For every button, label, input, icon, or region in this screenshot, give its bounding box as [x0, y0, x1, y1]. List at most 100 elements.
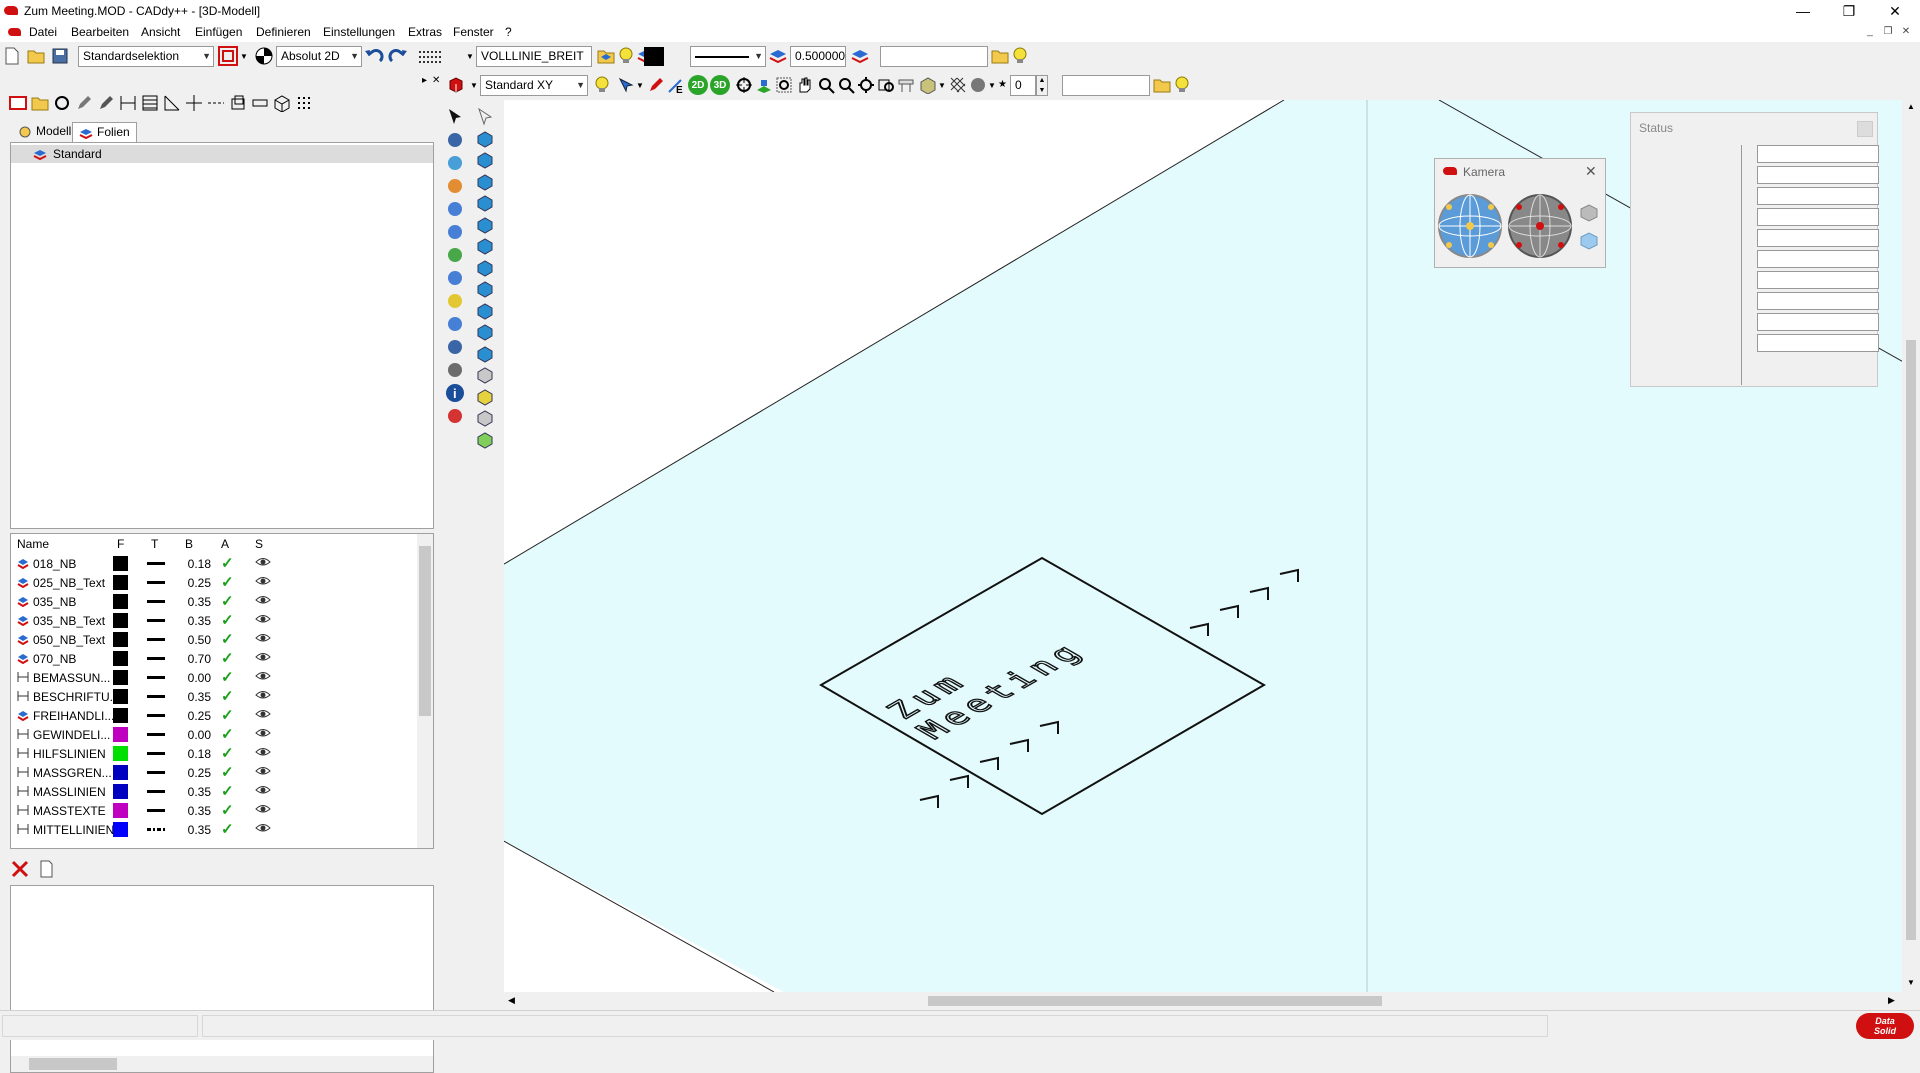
visibility-eye-icon[interactable]: [255, 802, 271, 816]
layer-linetype[interactable]: [147, 733, 165, 736]
edit-pen-icon[interactable]: [646, 75, 666, 95]
layer-active-check-icon[interactable]: ✓: [221, 706, 234, 724]
layer-linetype[interactable]: [147, 600, 165, 603]
layer-active-check-icon[interactable]: ✓: [221, 820, 234, 838]
layer-linetype[interactable]: [147, 752, 165, 755]
layer-active-check-icon[interactable]: ✓: [221, 668, 234, 686]
column-s[interactable]: S: [255, 537, 263, 551]
layer-row[interactable]: 035_NB 0.35 ✓: [11, 592, 411, 611]
visibility-eye-icon[interactable]: [255, 783, 271, 797]
mdi-restore-button[interactable]: ❐: [1880, 26, 1896, 40]
layer-color-swatch[interactable]: [113, 727, 128, 742]
info-icon[interactable]: i: [444, 382, 466, 404]
undo-icon[interactable]: [364, 46, 384, 66]
column-name[interactable]: Name: [17, 537, 49, 551]
snap-point-icon[interactable]: [444, 267, 466, 289]
visibility-eye-icon[interactable]: [255, 593, 271, 607]
status-panel-button[interactable]: [1857, 121, 1873, 137]
layer-color-swatch[interactable]: [113, 632, 128, 647]
scroll-up-icon[interactable]: ▲: [1907, 102, 1915, 111]
sphere-solid-icon[interactable]: [474, 171, 496, 193]
layer-active-check-icon[interactable]: ✓: [221, 611, 234, 629]
scrollbar-thumb[interactable]: [29, 1058, 117, 1070]
line-width-field[interactable]: 0.500000: [790, 46, 846, 67]
dimension-icon[interactable]: [118, 93, 138, 113]
perspective-icon[interactable]: [754, 75, 774, 95]
layer-linetype[interactable]: [147, 676, 165, 679]
wrench-icon[interactable]: [444, 198, 466, 220]
select-arrow-icon[interactable]: [444, 106, 466, 128]
globe-icon[interactable]: [444, 152, 466, 174]
layer-linetype[interactable]: [147, 714, 165, 717]
cylinder-icon[interactable]: [474, 149, 496, 171]
chevron-down-icon[interactable]: ▼: [938, 81, 946, 90]
coordinate-icon[interactable]: [254, 46, 274, 66]
layer-circle-icon[interactable]: [52, 93, 72, 113]
column-t[interactable]: T: [151, 537, 158, 551]
camera-cube-icon[interactable]: [1579, 203, 1599, 223]
menu-extras[interactable]: Extras: [403, 25, 447, 39]
layer-active-check-icon[interactable]: ✓: [221, 801, 234, 819]
lightbulb-icon[interactable]: [1172, 75, 1192, 95]
orbit-globe-icon[interactable]: [1437, 193, 1503, 259]
view-plane-select[interactable]: Standard XY ▼: [480, 75, 588, 96]
tree-item-standard[interactable]: Standard: [11, 145, 433, 163]
grid-dots-icon[interactable]: [294, 93, 314, 113]
chevron-down-icon[interactable]: ▼: [470, 81, 478, 90]
zoom-window-icon[interactable]: [774, 75, 794, 95]
visibility-eye-icon[interactable]: [255, 555, 271, 569]
layer-color-swatch[interactable]: [113, 613, 128, 628]
pencil-icon[interactable]: [74, 93, 94, 113]
visibility-eye-icon[interactable]: [255, 650, 271, 664]
sphere-icon[interactable]: [444, 129, 466, 151]
lightbulb-icon[interactable]: [1010, 46, 1030, 66]
layer-color-swatch[interactable]: [113, 784, 128, 799]
menu-ansicht[interactable]: Ansicht: [136, 25, 185, 39]
menu-einfuegen[interactable]: Einfügen: [190, 25, 247, 39]
symbol-icon[interactable]: [250, 93, 270, 113]
rotate-view-icon[interactable]: [734, 75, 754, 95]
chevron-down-icon[interactable]: ▼: [466, 52, 474, 61]
layer-color-swatch[interactable]: [113, 556, 128, 571]
rotate-icon[interactable]: [444, 221, 466, 243]
extrude-icon[interactable]: [474, 214, 496, 236]
camera-close-button[interactable]: ✕: [1585, 163, 1597, 180]
column-f[interactable]: F: [117, 537, 124, 551]
linetype-name-field[interactable]: VOLLLINIE_BREIT: [476, 46, 592, 67]
zoom-out-icon[interactable]: [836, 75, 856, 95]
layer-active-check-icon[interactable]: ✓: [221, 687, 234, 705]
layer-row[interactable]: MASSGREN... 0.25 ✓: [11, 763, 411, 782]
line-pattern-icon[interactable]: [416, 46, 464, 66]
revolve-icon[interactable]: [474, 235, 496, 257]
restore-button[interactable]: ❐: [1826, 0, 1872, 24]
layer-folder-icon[interactable]: [1152, 75, 1172, 95]
angle-icon[interactable]: [162, 93, 182, 113]
doc-logo-icon[interactable]: [8, 28, 21, 36]
scrollbar-thumb[interactable]: [1906, 340, 1916, 940]
color-swatch[interactable]: [644, 47, 664, 66]
boolean-union-icon[interactable]: [474, 364, 496, 386]
eraser-icon[interactable]: [444, 405, 466, 427]
layer-linetype[interactable]: [147, 790, 165, 793]
layer-active-check-icon[interactable]: ✓: [221, 630, 234, 648]
visibility-eye-icon[interactable]: [255, 574, 271, 588]
layer-color-swatch[interactable]: [113, 708, 128, 723]
sphere-shade-icon[interactable]: [968, 75, 988, 95]
save-file-icon[interactable]: [50, 46, 70, 66]
layer-linetype[interactable]: [147, 695, 165, 698]
pan-hand-icon[interactable]: [794, 75, 814, 95]
details-hscrollbar[interactable]: [11, 1056, 433, 1072]
edge-e-icon[interactable]: E: [666, 75, 686, 95]
transform-icon[interactable]: [444, 313, 466, 335]
layer-color-swatch[interactable]: [113, 670, 128, 685]
view-cube-icon[interactable]: [446, 75, 466, 95]
layer-row[interactable]: 018_NB 0.18 ✓: [11, 554, 411, 573]
visibility-eye-icon[interactable]: [255, 745, 271, 759]
lightbulb-icon[interactable]: [592, 75, 612, 95]
zoom-previous-icon[interactable]: [876, 75, 896, 95]
menu-datei[interactable]: Datei: [24, 25, 62, 39]
tab-folien[interactable]: Folien: [72, 122, 137, 142]
layer-row[interactable]: 025_NB_Text 0.25 ✓: [11, 573, 411, 592]
coord-mode-select[interactable]: Absolut 2D ▼: [276, 46, 362, 67]
plane-icon[interactable]: [474, 321, 496, 343]
